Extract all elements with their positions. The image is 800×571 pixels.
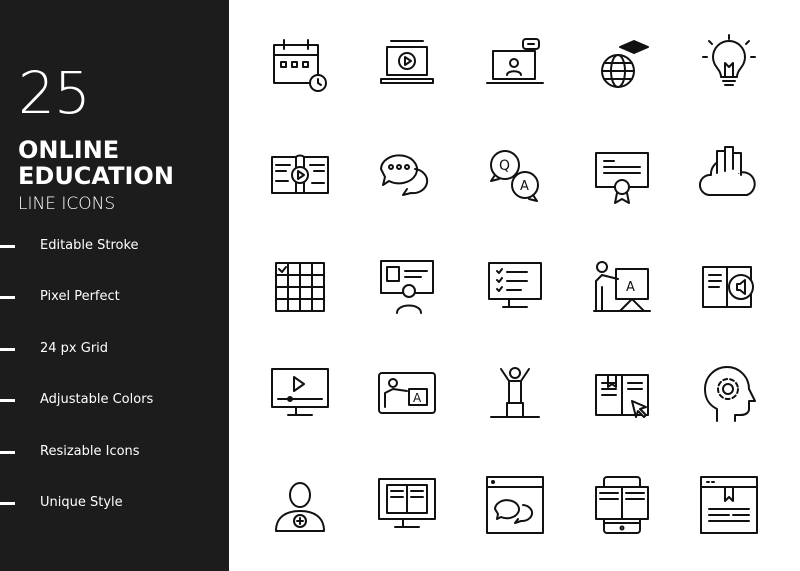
ebook-click-icon <box>590 363 654 427</box>
svg-text:Q: Q <box>499 158 510 174</box>
online-teacher-icon: A <box>375 363 439 427</box>
web-bookmark-page-icon <box>697 473 761 537</box>
monitor-video-player-icon <box>268 363 332 427</box>
schedule-grid-icon <box>268 255 332 319</box>
bullet-dash <box>0 399 15 402</box>
feature-label: Editable Stroke <box>40 238 139 253</box>
feature-item: Editable Stroke <box>0 238 229 254</box>
globe-graduation-cap-icon <box>590 33 654 97</box>
browser-chat-icon <box>483 473 547 537</box>
book-video-icon <box>268 143 332 207</box>
cloud-library-icon <box>697 143 761 207</box>
audio-book-icon <box>697 255 761 319</box>
feature-item: Pixel Perfect <box>0 289 229 305</box>
info-panel: 25 ONLINE EDUCATION LINE ICONS Editable … <box>0 0 229 571</box>
title-line-2: EDUCATION <box>18 162 174 190</box>
laptop-video-call-icon <box>483 33 547 97</box>
feature-label: Adjustable Colors <box>40 392 154 407</box>
svg-text:A: A <box>626 280 635 295</box>
feature-item: Adjustable Colors <box>0 392 229 408</box>
feature-label: Unique Style <box>40 495 123 510</box>
lightbulb-icon <box>697 33 761 97</box>
svg-text:A: A <box>413 391 422 405</box>
calendar-clock-icon <box>268 33 332 97</box>
laptop-video-icon <box>375 33 439 97</box>
feature-item: Unique Style <box>0 495 229 511</box>
icon-count: 25 <box>18 59 91 127</box>
certificate-icon <box>590 143 654 207</box>
svg-text:A: A <box>520 179 529 194</box>
bullet-dash <box>0 451 15 454</box>
feature-label: 24 px Grid <box>40 341 109 356</box>
question-answer-icon: QA <box>483 143 547 207</box>
mobile-book-icon <box>590 473 654 537</box>
mind-gear-icon <box>697 363 761 427</box>
feature-label: Resizable Icons <box>40 444 140 459</box>
monitor-book-icon <box>375 473 439 537</box>
teacher-board-icon: A <box>590 255 654 319</box>
bullet-dash <box>0 502 15 505</box>
bullet-dash <box>0 348 15 351</box>
monitor-checklist-icon <box>483 255 547 319</box>
title-line-1: ONLINE <box>18 136 120 164</box>
bullet-dash <box>0 296 15 299</box>
chat-bubbles-icon <box>375 143 439 207</box>
achievement-podium-icon <box>483 363 547 427</box>
feature-item: Resizable Icons <box>0 444 229 460</box>
subtitle: LINE ICONS <box>18 194 116 214</box>
add-student-icon <box>268 473 332 537</box>
video-lecture-icon <box>375 255 439 319</box>
feature-item: 24 px Grid <box>0 341 229 357</box>
bullet-dash <box>0 245 15 248</box>
feature-label: Pixel Perfect <box>40 289 120 304</box>
